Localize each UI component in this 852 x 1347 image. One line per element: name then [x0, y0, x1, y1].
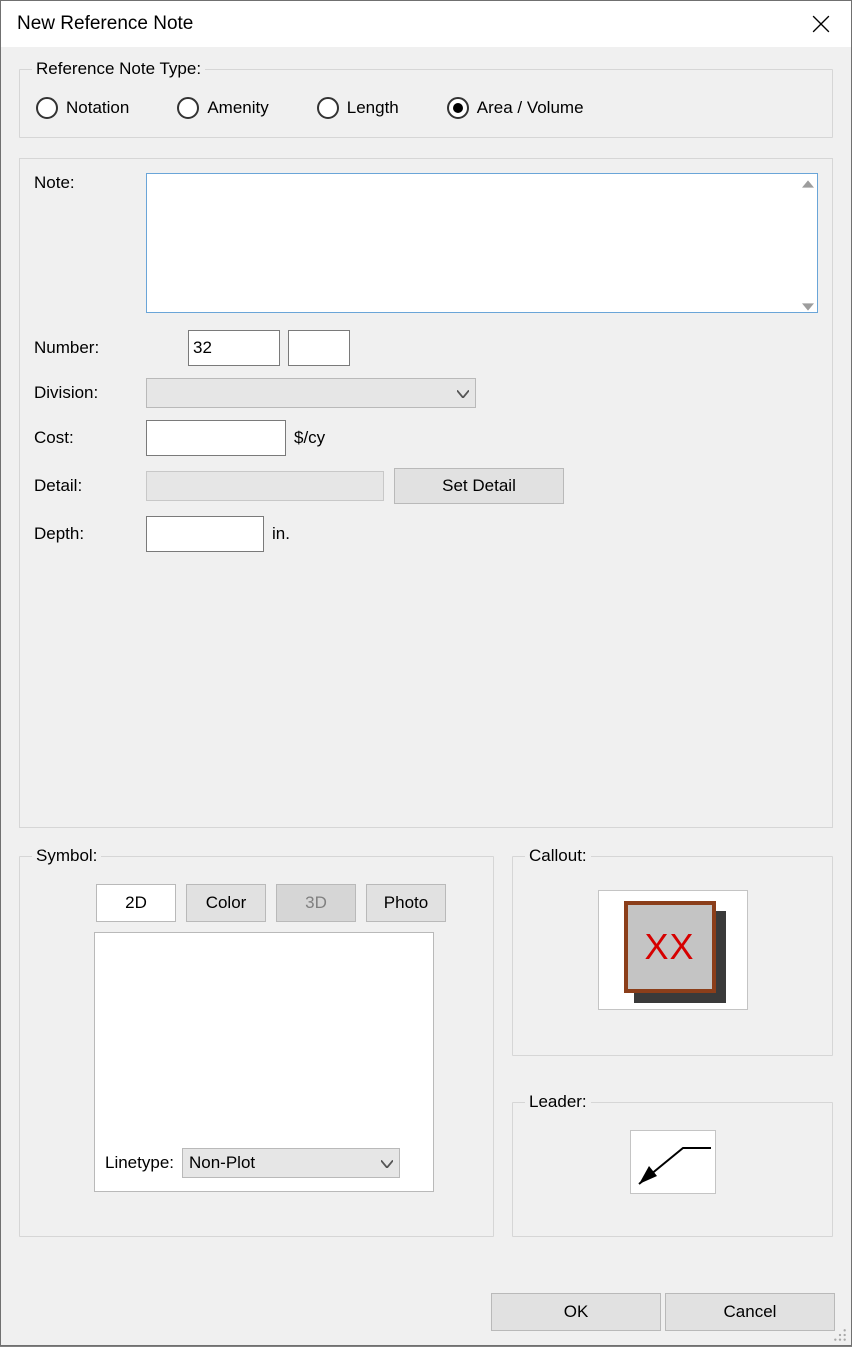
linetype-label: Linetype: — [105, 1153, 174, 1173]
cost-label: Cost: — [34, 428, 146, 448]
form-area: Note: Number: Division: — [19, 158, 833, 828]
detail-display — [146, 471, 384, 501]
depth-unit: in. — [272, 524, 290, 544]
radio-notation-label: Notation — [66, 98, 129, 118]
radio-notation[interactable]: Notation — [36, 97, 129, 119]
tab-photo[interactable]: Photo — [366, 884, 446, 922]
dialog-window: New Reference Note Reference Note Type: … — [0, 0, 852, 1346]
radio-length[interactable]: Length — [317, 97, 399, 119]
number-input[interactable] — [188, 330, 280, 366]
radio-area-volume[interactable]: Area / Volume — [447, 97, 584, 119]
bottom-panels: Symbol: 2D Color 3D Photo Linetype: Non-… — [19, 846, 833, 1257]
titlebar: New Reference Note — [1, 1, 851, 47]
symbol-group: Symbol: 2D Color 3D Photo Linetype: Non-… — [19, 846, 494, 1237]
leader-group: Leader: — [512, 1092, 833, 1237]
number-label: Number: — [34, 338, 146, 358]
set-detail-button[interactable]: Set Detail — [394, 468, 564, 504]
note-textarea[interactable] — [146, 173, 818, 313]
tab-2d[interactable]: 2D — [96, 884, 176, 922]
leader-legend: Leader: — [525, 1092, 591, 1112]
note-label: Note: — [34, 173, 146, 193]
depth-label: Depth: — [34, 524, 146, 544]
linetype-combobox[interactable]: Non-Plot — [182, 1148, 400, 1178]
scroll-down-icon[interactable] — [801, 300, 815, 314]
close-icon — [812, 15, 830, 33]
detail-label: Detail: — [34, 476, 146, 496]
chevron-down-icon — [381, 1153, 393, 1173]
tab-3d: 3D — [276, 884, 356, 922]
tab-color[interactable]: Color — [186, 884, 266, 922]
number-suffix-input[interactable] — [288, 330, 350, 366]
reference-note-type-group: Reference Note Type: Notation Amenity Le… — [19, 59, 833, 138]
symbol-legend: Symbol: — [32, 846, 101, 866]
radio-amenity[interactable]: Amenity — [177, 97, 268, 119]
ok-button[interactable]: OK — [491, 1293, 661, 1331]
callout-box-icon: XX — [624, 901, 716, 993]
radio-icon — [36, 97, 58, 119]
resize-grip-icon[interactable] — [833, 1327, 849, 1343]
chevron-down-icon — [457, 383, 469, 403]
radio-icon — [177, 97, 199, 119]
callout-swatch[interactable]: XX — [598, 890, 748, 1010]
cost-unit: $/cy — [294, 428, 325, 448]
radio-length-label: Length — [347, 98, 399, 118]
leader-swatch[interactable] — [630, 1130, 716, 1194]
radio-icon — [317, 97, 339, 119]
reference-note-type-legend: Reference Note Type: — [32, 59, 205, 79]
leader-arrow-icon — [633, 1134, 713, 1190]
scroll-up-icon[interactable] — [801, 177, 815, 191]
division-label: Division: — [34, 383, 146, 403]
note-wrap — [146, 173, 818, 318]
callout-legend: Callout: — [525, 846, 591, 866]
cancel-button[interactable]: Cancel — [665, 1293, 835, 1331]
dialog-content: Reference Note Type: Notation Amenity Le… — [1, 47, 851, 1269]
radio-area-volume-label: Area / Volume — [477, 98, 584, 118]
close-button[interactable] — [801, 4, 841, 44]
division-combobox[interactable] — [146, 378, 476, 408]
right-column: Callout: XX Leader: — [512, 846, 833, 1257]
depth-input[interactable] — [146, 516, 264, 552]
symbol-preview[interactable]: Linetype: Non-Plot — [94, 932, 434, 1192]
radio-amenity-label: Amenity — [207, 98, 268, 118]
callout-group: Callout: XX — [512, 846, 833, 1056]
radio-icon — [447, 97, 469, 119]
window-title: New Reference Note — [17, 13, 193, 35]
linetype-value: Non-Plot — [189, 1153, 255, 1173]
dialog-footer: OK Cancel — [491, 1293, 835, 1331]
cost-input[interactable] — [146, 420, 286, 456]
reference-note-type-radios: Notation Amenity Length Area / Volume — [34, 91, 818, 123]
